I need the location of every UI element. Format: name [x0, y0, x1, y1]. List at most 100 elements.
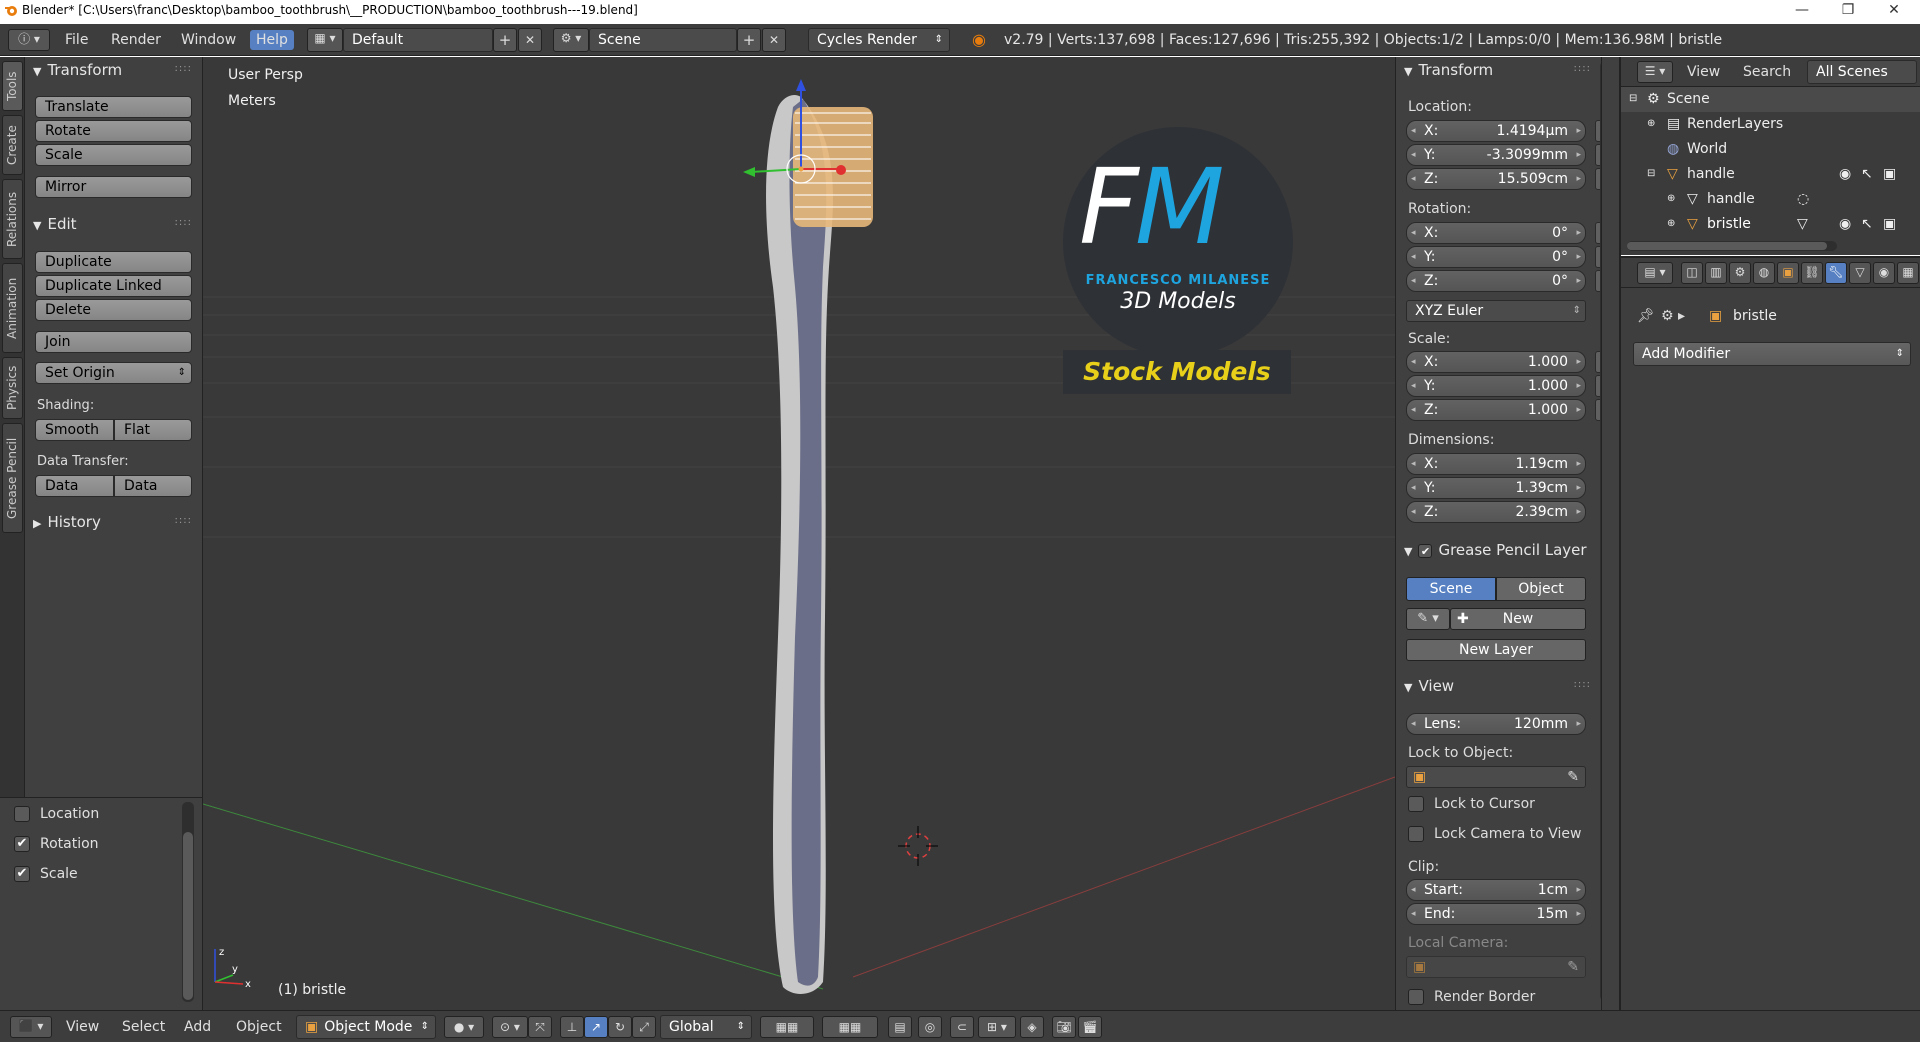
- expand-icon[interactable]: ⊕: [1667, 212, 1675, 236]
- screen-layout-icon[interactable]: ▦ ▾: [307, 28, 343, 52]
- mesh-data-tab-icon[interactable]: ▽: [1849, 262, 1871, 284]
- menu-file[interactable]: File: [65, 32, 88, 48]
- screen-layout-field[interactable]: Default: [343, 28, 493, 52]
- n-transform-header[interactable]: ▼ Transform: [1404, 61, 1493, 79]
- outliner-row-world[interactable]: ◍ World: [1621, 137, 1920, 162]
- clip-start-field[interactable]: ◂ Start: 1cm ▸: [1406, 879, 1586, 901]
- add-scene-button[interactable]: +: [737, 28, 761, 52]
- collapse-icon[interactable]: ⊟: [1629, 87, 1637, 111]
- constraints-tab-icon[interactable]: ⛓: [1801, 262, 1823, 284]
- viewport-menu-object[interactable]: Object: [236, 1019, 282, 1035]
- renderable-camera-icon[interactable]: ▣: [1883, 162, 1896, 186]
- material-tab-icon[interactable]: ◉: [1873, 262, 1895, 284]
- render-layers-tab-icon[interactable]: ▥: [1705, 262, 1727, 284]
- smooth-button[interactable]: Smooth: [35, 419, 114, 441]
- scale-button[interactable]: Scale: [35, 144, 192, 166]
- object-tab-icon[interactable]: ▣: [1777, 262, 1799, 284]
- outliner-display-mode-select[interactable]: All Scenes: [1807, 60, 1917, 84]
- scale-manipulator-icon[interactable]: ⤢: [632, 1016, 656, 1038]
- location-x-field[interactable]: ◂ X: 1.4194µm ▸: [1406, 120, 1586, 142]
- bristle-object[interactable]: [793, 107, 873, 227]
- outliner-hscrollbar[interactable]: [1627, 241, 1837, 251]
- dimensions-y-field[interactable]: ◂ Y: 1.39cm ▸: [1406, 477, 1586, 499]
- manipulator-axes-icon[interactable]: ⊥: [560, 1016, 584, 1038]
- remove-scene-button[interactable]: ✕: [762, 28, 786, 52]
- grease-pencil-checkbox[interactable]: ✔: [1418, 544, 1433, 558]
- set-origin-select[interactable]: Set Origin ⇕: [35, 362, 192, 384]
- data-layout-button[interactable]: Data Layo: [114, 475, 192, 497]
- duplicate-linked-button[interactable]: Duplicate Linked: [35, 275, 192, 297]
- join-button[interactable]: Join: [35, 331, 192, 353]
- lock-camera-checkbox[interactable]: [1408, 826, 1424, 842]
- tab-tools[interactable]: Tools: [2, 61, 23, 111]
- layer-lock-icon[interactable]: ▤: [888, 1016, 912, 1038]
- location-y-field[interactable]: ◂ Y: -3.3099mm ▸: [1406, 144, 1586, 166]
- scene-tab-icon[interactable]: ⚙: [1729, 262, 1751, 284]
- proportional-edit-icon[interactable]: ◎: [918, 1016, 942, 1038]
- rotation-y-field[interactable]: ◂ Y: 0° ▸: [1406, 246, 1586, 268]
- outliner-row-bristle[interactable]: ⊕ ▽ bristle ▽ ◉ ↖ ▣: [1621, 212, 1920, 237]
- eyedropper-icon[interactable]: ✎: [1567, 767, 1579, 787]
- opengl-animation-icon[interactable]: 🎬︎: [1078, 1016, 1102, 1038]
- panel-grip-icon[interactable]: ::::: [1574, 679, 1591, 690]
- scale-z-field[interactable]: ◂ Z: 1.000 ▸: [1406, 399, 1586, 421]
- delete-button[interactable]: Delete: [35, 299, 192, 321]
- view-panel-header[interactable]: ▼ View: [1404, 677, 1454, 695]
- manipulator-toggle-icon[interactable]: ⤧: [528, 1016, 552, 1038]
- flat-button[interactable]: Flat: [114, 419, 192, 441]
- grease-pencil-panel-header[interactable]: ▼ ✔ Grease Pencil Layer: [1404, 541, 1594, 559]
- lock-to-object-field[interactable]: ▣ ✎: [1406, 766, 1586, 788]
- snap-target-icon[interactable]: ◈: [1020, 1016, 1044, 1038]
- rotation-x-field[interactable]: ◂ X: 0° ▸: [1406, 222, 1586, 244]
- duplicate-button[interactable]: Duplicate: [35, 251, 192, 273]
- grease-object-button[interactable]: Object: [1496, 577, 1586, 601]
- location-checkbox[interactable]: [14, 806, 30, 822]
- lock-to-cursor-checkbox[interactable]: [1408, 796, 1424, 812]
- viewport-menu-select[interactable]: Select: [122, 1019, 165, 1035]
- dimensions-z-field[interactable]: ◂ Z: 2.39cm ▸: [1406, 501, 1586, 523]
- remove-layout-button[interactable]: ✕: [518, 28, 542, 52]
- panel-grip-icon[interactable]: ::::: [175, 63, 192, 74]
- modifiers-tab-icon[interactable]: 🔧︎: [1825, 262, 1847, 284]
- rotation-checkbox[interactable]: ✔: [14, 836, 30, 852]
- scale-y-field[interactable]: ◂ Y: 1.000 ▸: [1406, 375, 1586, 397]
- rotate-manipulator-icon[interactable]: ↻: [608, 1016, 632, 1038]
- eyedropper-icon[interactable]: ✎: [1567, 957, 1579, 977]
- minimize-button[interactable]: —: [1780, 0, 1824, 20]
- menu-window[interactable]: Window: [181, 32, 236, 48]
- pin-icon[interactable]: 📌︎: [1637, 308, 1655, 324]
- tab-create[interactable]: Create: [2, 115, 23, 175]
- close-button[interactable]: ✕: [1872, 0, 1916, 20]
- pivot-point-icon[interactable]: ⊙ ▾: [492, 1016, 528, 1038]
- texture-tab-icon[interactable]: ▦: [1897, 262, 1919, 284]
- clip-end-field[interactable]: ◂ End: 15m ▸: [1406, 903, 1586, 925]
- scene-icon[interactable]: ⚙ ▾: [553, 28, 589, 52]
- edit-panel-header[interactable]: ▼ Edit: [33, 215, 77, 233]
- interaction-mode-select[interactable]: ▣ Object Mode ⇕: [296, 1015, 436, 1039]
- snap-toggle-icon[interactable]: ⊂: [950, 1016, 974, 1038]
- dimensions-x-field[interactable]: ◂ X: 1.19cm ▸: [1406, 453, 1586, 475]
- outliner-row-renderlayers[interactable]: ⊕ ▤ RenderLayers: [1621, 112, 1920, 137]
- visibility-eye-icon[interactable]: ◉: [1839, 162, 1851, 186]
- render-engine-select[interactable]: Cycles Render ⇕: [808, 28, 950, 52]
- area-divider[interactable]: [1601, 57, 1620, 1010]
- translate-button[interactable]: Translate: [35, 96, 192, 118]
- 3d-viewport[interactable]: z y x User Persp Meters (1) bristle FM F…: [203, 57, 1395, 1010]
- outliner-row-scene[interactable]: ⊟ ⚙ Scene: [1621, 87, 1920, 112]
- grease-scene-button[interactable]: Scene: [1406, 577, 1496, 601]
- mirror-button[interactable]: Mirror: [35, 176, 192, 198]
- world-tab-icon[interactable]: ◍: [1753, 262, 1775, 284]
- new-layer-button[interactable]: New Layer: [1406, 639, 1586, 661]
- transform-panel-header[interactable]: ▼ Transform: [33, 61, 122, 79]
- outliner-menu-view[interactable]: View: [1687, 64, 1720, 80]
- menu-render[interactable]: Render: [111, 32, 161, 48]
- collapse-icon[interactable]: ⊟: [1647, 162, 1655, 186]
- grease-pencil-icon[interactable]: ✎ ▾: [1406, 608, 1450, 630]
- selectable-cursor-icon[interactable]: ↖: [1861, 162, 1873, 186]
- render-tab-icon[interactable]: ◫: [1681, 262, 1703, 284]
- tab-relations[interactable]: Relations: [2, 179, 23, 259]
- snap-element-icon[interactable]: ⊞ ▾: [978, 1016, 1016, 1038]
- outliner-row-handle-mesh[interactable]: ⊕ ▽ handle ◌: [1621, 187, 1920, 212]
- render-border-checkbox[interactable]: [1408, 989, 1424, 1005]
- visibility-eye-icon[interactable]: ◉: [1839, 212, 1851, 236]
